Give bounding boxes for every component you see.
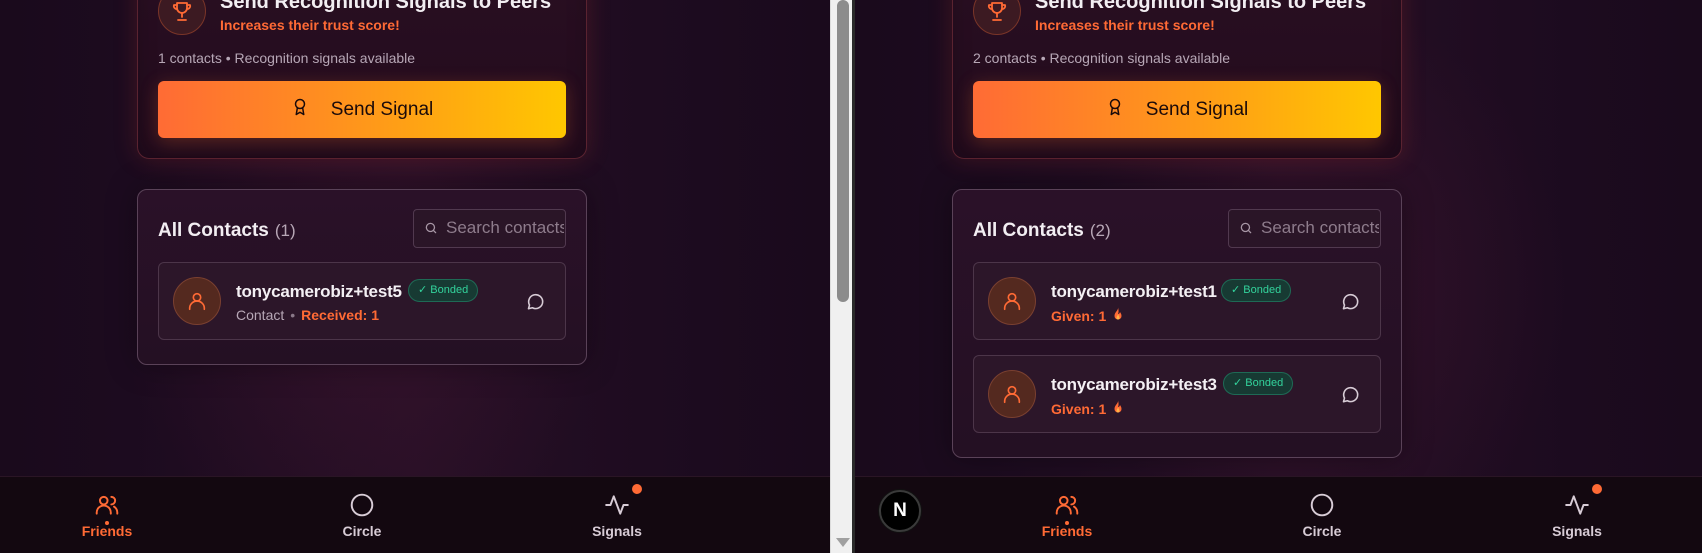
contact-search[interactable] bbox=[1228, 209, 1381, 248]
contact-name: tonycamerobiz+test1 bbox=[1051, 282, 1217, 301]
app-pane-right: Send Recognition Signals to Peers Increa… bbox=[855, 0, 1702, 553]
bonded-badge: ✓ Bonded bbox=[1223, 372, 1294, 395]
meta-separator: • bbox=[290, 307, 296, 323]
nav-label-signals: Signals bbox=[1552, 523, 1602, 539]
award-icon bbox=[291, 97, 309, 123]
activity-icon bbox=[1564, 484, 1602, 520]
nav-label-circle: Circle bbox=[1302, 523, 1342, 539]
nav-label-circle: Circle bbox=[342, 523, 382, 539]
contact-meta: Given: 1 bbox=[1051, 307, 1124, 324]
bottom-nav: Friends Circle Signals bbox=[855, 476, 1702, 553]
contact-row[interactable]: tonycamerobiz+test1 ✓ Bonded Given: 1 bbox=[973, 262, 1381, 340]
signal-card-subtitle: Increases their trust score! bbox=[1035, 17, 1215, 33]
signal-card: Send Recognition Signals to Peers Increa… bbox=[952, 0, 1402, 159]
award-icon bbox=[1106, 97, 1124, 123]
nav-friends[interactable]: Friends bbox=[1007, 477, 1127, 553]
contacts-card: All Contacts(1) tonycamerobiz+test5 ✓ Bo… bbox=[137, 189, 587, 365]
bottom-nav: Friends Circle Signals bbox=[0, 476, 830, 553]
search-icon bbox=[1239, 221, 1253, 240]
nextjs-dev-badge[interactable]: N bbox=[879, 490, 921, 532]
contacts-count: (1) bbox=[274, 221, 296, 240]
contacts-title: All Contacts (2) bbox=[973, 220, 1111, 241]
contact-row[interactable]: tonycamerobiz+test5 ✓ Bonded Contact • R… bbox=[158, 262, 566, 340]
search-input[interactable] bbox=[1261, 210, 1379, 246]
message-circle-icon bbox=[1342, 386, 1359, 403]
nav-label-friends: Friends bbox=[1041, 523, 1093, 539]
search-input[interactable] bbox=[446, 210, 564, 246]
message-button[interactable] bbox=[1336, 287, 1366, 317]
contact-name: tonycamerobiz+test3 bbox=[1051, 375, 1217, 394]
signal-card: Send Recognition Signals to Peers Increa… bbox=[137, 0, 587, 159]
contacts-count: (2) bbox=[1089, 221, 1111, 240]
vertical-scrollbar[interactable] bbox=[830, 0, 855, 553]
flame-icon bbox=[1112, 307, 1124, 324]
circle-icon bbox=[1309, 490, 1335, 520]
notification-dot bbox=[1592, 484, 1602, 494]
given-count: Given: 1 bbox=[1051, 307, 1107, 324]
users-icon bbox=[1054, 490, 1080, 525]
avatar bbox=[988, 277, 1036, 325]
given-count: Given: 1 bbox=[1051, 400, 1107, 417]
trophy-icon bbox=[973, 0, 1021, 35]
send-signal-button[interactable]: Send Signal bbox=[158, 81, 566, 138]
bonded-badge: ✓ Bonded bbox=[1221, 279, 1292, 302]
contact-search[interactable] bbox=[413, 209, 566, 248]
nav-signals[interactable]: Signals bbox=[1517, 477, 1637, 553]
nav-circle[interactable]: Circle bbox=[1262, 477, 1382, 553]
send-signal-label: Send Signal bbox=[330, 98, 434, 120]
avatar bbox=[173, 277, 221, 325]
search-icon bbox=[424, 221, 438, 240]
signal-card-subtitle: Increases their trust score! bbox=[220, 17, 400, 33]
contact-role: Contact bbox=[236, 307, 285, 323]
nav-signals[interactable]: Signals bbox=[557, 477, 677, 553]
contact-name: tonycamerobiz+test5 bbox=[236, 282, 402, 301]
contact-row[interactable]: tonycamerobiz+test3 ✓ Bonded Given: 1 bbox=[973, 355, 1381, 433]
nav-friends[interactable]: Friends bbox=[47, 477, 167, 553]
message-button[interactable] bbox=[1336, 380, 1366, 410]
signal-availability-text: 1 contacts • Recognition signals availab… bbox=[158, 50, 416, 66]
circle-icon bbox=[349, 490, 375, 520]
activity-icon bbox=[604, 484, 642, 520]
app-pane-left: Send Recognition Signals to Peers Increa… bbox=[0, 0, 830, 553]
received-count: Received: 1 bbox=[301, 307, 379, 323]
avatar bbox=[988, 370, 1036, 418]
contacts-title: All Contacts (1) bbox=[158, 220, 296, 241]
nav-label-signals: Signals bbox=[592, 523, 642, 539]
bonded-badge: ✓ Bonded bbox=[408, 279, 479, 302]
nav-label-friends: Friends bbox=[81, 523, 133, 539]
message-circle-icon bbox=[527, 293, 544, 310]
nav-circle[interactable]: Circle bbox=[302, 477, 422, 553]
send-signal-label: Send Signal bbox=[1145, 98, 1249, 120]
send-signal-button[interactable]: Send Signal bbox=[973, 81, 1381, 138]
notification-dot bbox=[632, 484, 642, 494]
contacts-card: All Contacts(2) tonycamerobiz+test1 ✓ Bo… bbox=[952, 189, 1402, 458]
contact-meta: Given: 1 bbox=[1051, 400, 1124, 417]
flame-icon bbox=[1112, 400, 1124, 417]
signal-availability-text: 2 contacts • Recognition signals availab… bbox=[973, 50, 1231, 66]
message-button[interactable] bbox=[521, 287, 551, 317]
scroll-down-arrow-icon[interactable] bbox=[836, 538, 850, 547]
message-circle-icon bbox=[1342, 293, 1359, 310]
signal-card-title: Send Recognition Signals to Peers bbox=[1035, 0, 1367, 13]
signal-card-title: Send Recognition Signals to Peers bbox=[220, 0, 552, 13]
trophy-icon bbox=[158, 0, 206, 35]
scrollbar-thumb[interactable] bbox=[837, 0, 849, 302]
users-icon bbox=[94, 490, 120, 525]
contact-meta: Contact • Received: 1 bbox=[236, 307, 379, 323]
